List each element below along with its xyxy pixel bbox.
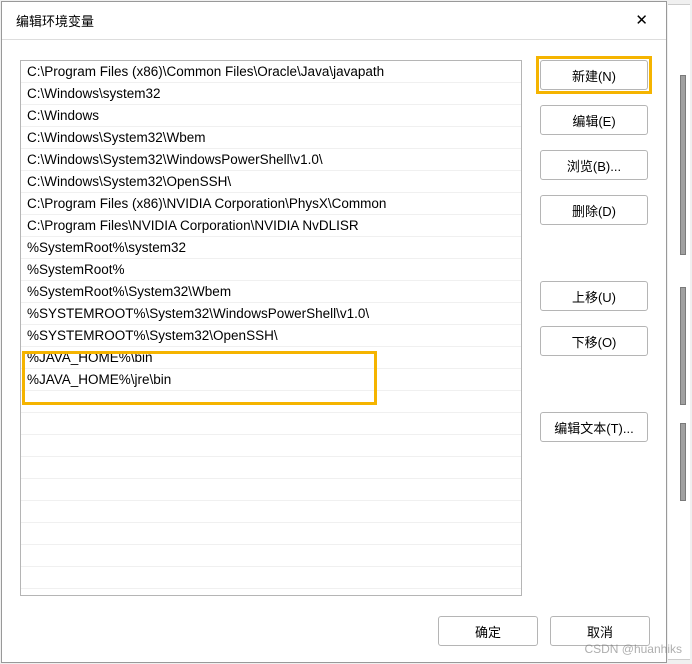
new-button[interactable]: 新建(N) [540,60,648,90]
list-item[interactable]: C:\Windows [21,105,521,127]
list-item[interactable]: C:\Windows\System32\WindowsPowerShell\v1… [21,149,521,171]
list-item[interactable]: %SystemRoot%\system32 [21,237,521,259]
background-window [668,4,690,660]
scrollbar-thumb[interactable] [680,287,686,405]
spacer [540,240,648,266]
delete-button[interactable]: 删除(D) [540,195,648,225]
movedown-button[interactable]: 下移(O) [540,326,648,356]
list-item[interactable]: C:\Windows\System32\Wbem [21,127,521,149]
list-empty-row [21,435,521,457]
list-empty-row [21,413,521,435]
list-item[interactable]: %JAVA_HOME%\jre\bin [21,369,521,391]
dialog-footer: 确定 取消 [2,606,666,664]
button-column: 新建(N) 编辑(E) 浏览(B)... 删除(D) 上移(U) 下移(O) 编… [540,60,648,596]
edittext-button[interactable]: 编辑文本(T)... [540,412,648,442]
scrollbar-thumb[interactable] [680,423,686,501]
moveup-button[interactable]: 上移(U) [540,281,648,311]
titlebar: 编辑环境变量 ✕ [2,2,666,40]
list-item[interactable]: C:\Program Files (x86)\NVIDIA Corporatio… [21,193,521,215]
list-empty-row [21,523,521,545]
list-item[interactable]: %SYSTEMROOT%\System32\OpenSSH\ [21,325,521,347]
list-item[interactable]: %SYSTEMROOT%\System32\WindowsPowerShell\… [21,303,521,325]
list-item[interactable]: %SystemRoot%\System32\Wbem [21,281,521,303]
list-item[interactable]: %JAVA_HOME%\bin [21,347,521,369]
list-empty-row [21,501,521,523]
spacer [540,371,648,397]
list-item[interactable]: %SystemRoot% [21,259,521,281]
list-item[interactable]: C:\Program Files (x86)\Common Files\Orac… [21,61,521,83]
dialog-content: C:\Program Files (x86)\Common Files\Orac… [2,40,666,606]
dialog-title: 编辑环境变量 [16,11,94,30]
highlight-new-button: 新建(N) [536,56,652,94]
scrollbar-thumb[interactable] [680,75,686,255]
list-empty-row [21,567,521,589]
list-empty-row [21,457,521,479]
close-icon[interactable]: ✕ [631,13,652,28]
list-empty-row [21,479,521,501]
list-item[interactable]: C:\Windows\system32 [21,83,521,105]
edit-button[interactable]: 编辑(E) [540,105,648,135]
list-empty-row [21,391,521,413]
path-listbox[interactable]: C:\Program Files (x86)\Common Files\Orac… [20,60,522,596]
ok-button[interactable]: 确定 [438,616,538,646]
list-empty-row [21,545,521,567]
cancel-button[interactable]: 取消 [550,616,650,646]
browse-button[interactable]: 浏览(B)... [540,150,648,180]
list-item[interactable]: C:\Program Files\NVIDIA Corporation\NVID… [21,215,521,237]
env-var-dialog: 编辑环境变量 ✕ C:\Program Files (x86)\Common F… [1,1,667,663]
list-item[interactable]: C:\Windows\System32\OpenSSH\ [21,171,521,193]
